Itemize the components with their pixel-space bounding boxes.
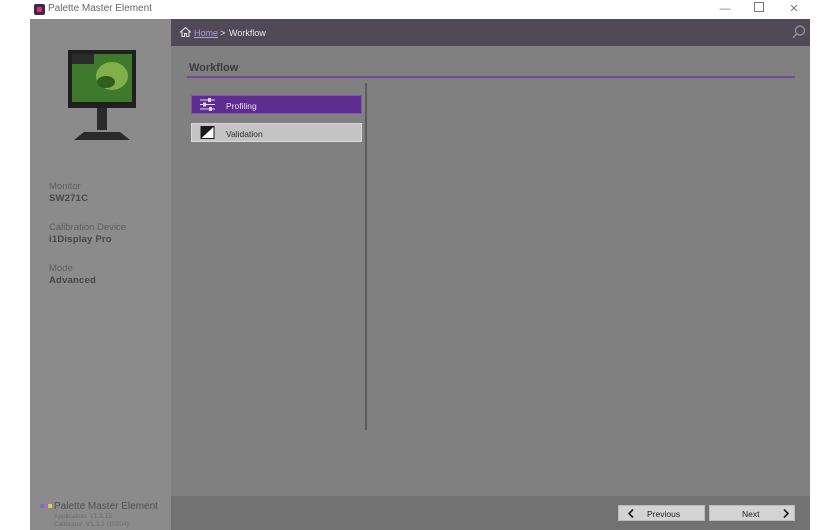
breadcrumb-separator: > — [220, 28, 226, 38]
palette-logo-icon — [40, 504, 52, 508]
close-button[interactable]: ✕ — [777, 0, 811, 19]
mode-label: Mode — [49, 263, 73, 274]
chevron-left-icon — [627, 509, 634, 518]
calibration-device-value: i1Display Pro — [49, 234, 112, 245]
application-version: Application: V1.3.15 — [54, 513, 112, 520]
monitor-label: Monitor — [49, 181, 81, 192]
app-logo-icon — [34, 4, 45, 15]
mode-value: Advanced — [49, 275, 97, 286]
breadcrumb — [171, 19, 810, 46]
calibrator-version: Calibrator: V1.3.2 (10204) — [54, 521, 129, 528]
minimize-button[interactable]: — — [708, 0, 742, 19]
home-icon[interactable] — [180, 27, 191, 37]
workflow-item-validation[interactable]: Validation — [191, 123, 362, 142]
monitor-image — [68, 50, 136, 140]
maximize-icon — [754, 2, 764, 12]
next-button-label: Next — [742, 509, 760, 519]
maximize-button[interactable] — [742, 0, 776, 19]
window-title: Palette Master Element — [48, 3, 152, 14]
next-button[interactable]: Next — [709, 505, 795, 521]
title-divider — [187, 76, 795, 78]
workflow-item-label: Validation — [226, 129, 263, 139]
breadcrumb-home-link[interactable]: Home — [194, 28, 218, 38]
previous-button-label: Previous — [647, 509, 681, 519]
chevron-right-icon — [783, 509, 790, 518]
monitor-value: SW271C — [49, 193, 89, 204]
breadcrumb-current: Workflow — [229, 28, 266, 38]
sliders-icon — [200, 98, 215, 111]
panel-divider — [365, 83, 367, 430]
contrast-icon — [200, 126, 215, 139]
page-title: Workflow — [189, 62, 239, 74]
app-name: Palette Master Element — [54, 501, 158, 512]
workflow-item-profiling[interactable]: Profiling — [191, 95, 362, 114]
search-icon[interactable] — [792, 25, 806, 39]
previous-button[interactable]: Previous — [618, 505, 705, 521]
workflow-item-label: Profiling — [226, 101, 257, 111]
calibration-device-label: Calibration Device — [49, 222, 127, 233]
